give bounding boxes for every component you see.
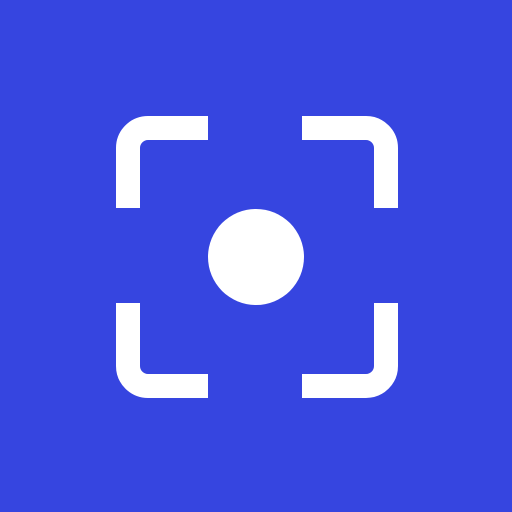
corner-bracket-bottom-left (116, 303, 208, 398)
corner-bracket-top-left (116, 116, 208, 208)
center-dot-icon (208, 209, 304, 305)
focus-capture-icon (116, 116, 398, 398)
app-icon (0, 0, 512, 512)
corner-bracket-top-right (302, 116, 398, 208)
corner-bracket-bottom-right (302, 303, 398, 398)
